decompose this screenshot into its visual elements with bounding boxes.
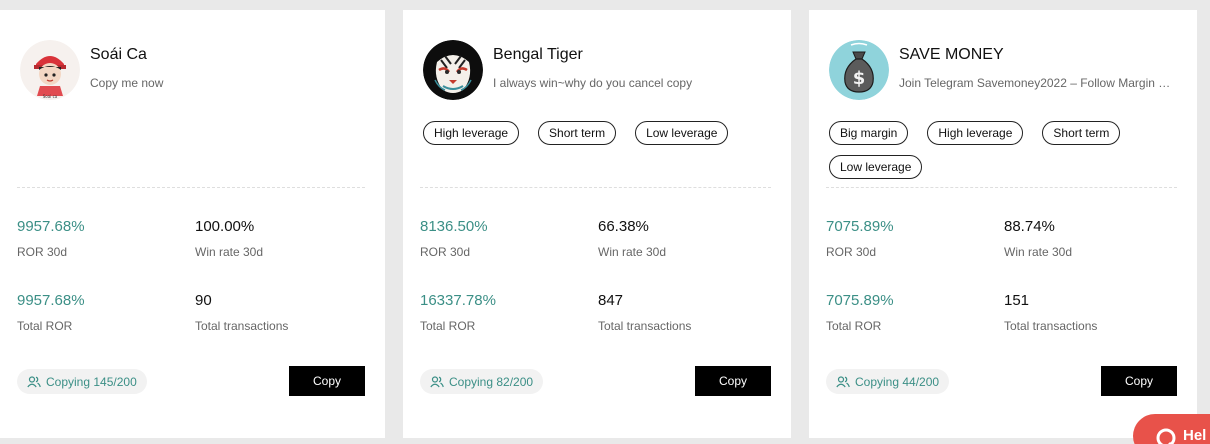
ror-30d-stat: 9957.68% ROR 30d — [17, 218, 85, 259]
copy-button[interactable]: Copy — [695, 366, 771, 396]
win-rate-value: 66.38% — [598, 218, 649, 235]
trader-bio: I always win~why do you cancel copy — [493, 76, 693, 90]
total-ror-label: Total ROR — [420, 319, 476, 333]
total-ror-stat: 9957.68% Total ROR — [17, 292, 85, 333]
total-transactions-label: Total transactions — [1004, 319, 1098, 333]
win-rate-stat: 100.00% Win rate 30d — [195, 218, 263, 259]
divider — [420, 187, 771, 188]
divider — [17, 187, 365, 188]
ror-30d-value: 7075.89% — [826, 218, 894, 235]
win-rate-stat: 66.38% Win rate 30d — [598, 218, 666, 259]
total-ror-label: Total ROR — [17, 319, 73, 333]
tag-list: Big margin High leverage Short term Low … — [829, 121, 1189, 179]
tiger-avatar-icon[interactable] — [423, 40, 483, 100]
svg-text:Soai ca: Soai ca — [43, 94, 58, 99]
users-icon — [836, 375, 850, 387]
total-transactions-label: Total transactions — [598, 319, 692, 333]
copy-button[interactable]: Copy — [289, 366, 365, 396]
money-bag-avatar-icon[interactable]: $ — [829, 40, 889, 100]
ror-30d-label: ROR 30d — [17, 245, 68, 259]
tag-high-leverage[interactable]: High leverage — [927, 121, 1024, 145]
tag-list: High leverage Short term Low leverage — [423, 121, 783, 145]
ror-30d-stat: 7075.89% ROR 30d — [826, 218, 894, 259]
trader-name[interactable]: Soái Ca — [90, 46, 147, 64]
total-ror-value: 9957.68% — [17, 292, 85, 309]
users-icon — [27, 375, 41, 387]
copying-badge: Copying 82/200 — [420, 369, 544, 394]
total-ror-label: Total ROR — [826, 319, 882, 333]
trader-bio: Join Telegram Savemoney2022 – Follow Mar… — [899, 76, 1171, 90]
help-button[interactable]: Hel — [1133, 414, 1210, 444]
win-rate-label: Win rate 30d — [195, 245, 264, 259]
trader-card[interactable]: Soai ca Soái Ca Copy me now 9957.68% ROR… — [0, 10, 385, 438]
total-ror-stat: 7075.89% Total ROR — [826, 292, 894, 333]
trader-name[interactable]: Bengal Tiger — [493, 46, 583, 64]
chat-help-icon — [1156, 428, 1176, 444]
trader-card[interactable]: $ SAVE MONEY Join Telegram Savemoney2022… — [809, 10, 1197, 438]
win-rate-value: 100.00% — [195, 218, 255, 235]
total-ror-value: 7075.89% — [826, 292, 894, 309]
ror-30d-value: 9957.68% — [17, 218, 85, 235]
total-transactions-stat: 90 Total transactions — [195, 292, 288, 333]
tag-short-term[interactable]: Short term — [538, 121, 617, 145]
users-icon — [430, 375, 444, 387]
copying-badge: Copying 44/200 — [826, 369, 950, 394]
copying-badge: Copying 145/200 — [17, 369, 147, 394]
win-rate-stat: 88.74% Win rate 30d — [1004, 218, 1072, 259]
svg-text:$: $ — [853, 68, 866, 89]
copying-count: Copying 82/200 — [449, 374, 534, 389]
total-transactions-value: 90 — [195, 292, 212, 309]
tag-low-leverage[interactable]: Low leverage — [829, 155, 923, 179]
win-rate-label: Win rate 30d — [1004, 245, 1073, 259]
total-transactions-value: 151 — [1004, 292, 1030, 309]
copying-count: Copying 145/200 — [46, 374, 137, 389]
win-rate-label: Win rate 30d — [598, 245, 667, 259]
total-ror-value: 16337.78% — [420, 292, 496, 309]
tag-low-leverage[interactable]: Low leverage — [635, 121, 729, 145]
ror-30d-stat: 8136.50% ROR 30d — [420, 218, 488, 259]
tag-short-term[interactable]: Short term — [1042, 121, 1121, 145]
tag-high-leverage[interactable]: High leverage — [423, 121, 520, 145]
help-label: Hel — [1183, 427, 1207, 444]
tag-big-margin[interactable]: Big margin — [829, 121, 909, 145]
ror-30d-value: 8136.50% — [420, 218, 488, 235]
ror-30d-label: ROR 30d — [420, 245, 471, 259]
divider — [826, 187, 1177, 188]
total-transactions-label: Total transactions — [195, 319, 289, 333]
cartoon-character-avatar-icon[interactable]: Soai ca — [20, 40, 80, 100]
total-transactions-stat: 151 Total transactions — [1004, 292, 1097, 333]
trader-bio: Copy me now — [90, 76, 164, 90]
trader-card-grid: Soai ca Soái Ca Copy me now 9957.68% ROR… — [0, 0, 1210, 444]
total-transactions-value: 847 — [598, 292, 624, 309]
copy-button[interactable]: Copy — [1101, 366, 1177, 396]
ror-30d-label: ROR 30d — [826, 245, 877, 259]
trader-card[interactable]: Bengal Tiger I always win~why do you can… — [403, 10, 791, 438]
win-rate-value: 88.74% — [1004, 218, 1055, 235]
total-transactions-stat: 847 Total transactions — [598, 292, 691, 333]
total-ror-stat: 16337.78% Total ROR — [420, 292, 496, 333]
trader-name[interactable]: SAVE MONEY — [899, 46, 1004, 64]
copying-count: Copying 44/200 — [855, 374, 940, 389]
